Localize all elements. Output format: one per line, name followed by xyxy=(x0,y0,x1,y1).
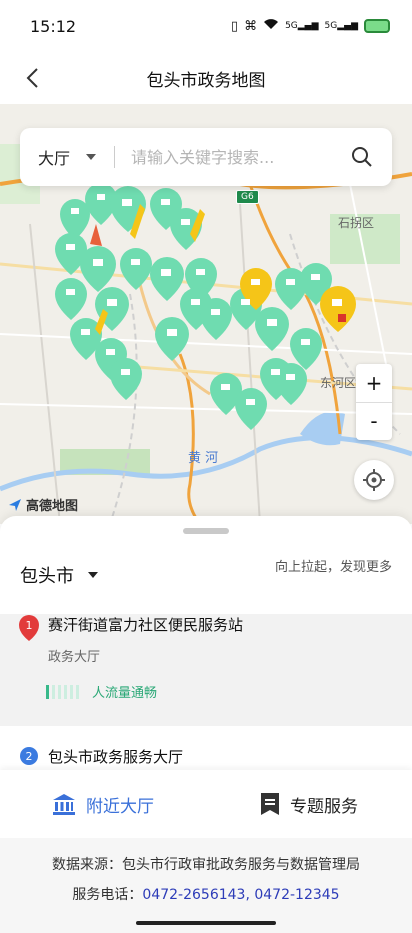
result-name: 包头市政务服务大厅 xyxy=(48,748,184,766)
back-button[interactable] xyxy=(14,60,50,96)
search-bar: 大厅 xyxy=(20,128,392,186)
map-label-shiguai: 石拐区 xyxy=(338,216,375,230)
hall-type-select[interactable]: 大厅 xyxy=(38,145,97,169)
crowd-bar xyxy=(46,684,49,699)
result-name: 赛汗街道富力社区便民服务站 xyxy=(48,616,244,634)
crowd-bar xyxy=(52,684,55,699)
map-view[interactable]: G6 石拐区 东河区 黄 河 大厅 + - 高德地图 xyxy=(0,104,412,524)
city-label: 包头市 xyxy=(20,566,74,587)
crowd-bar xyxy=(76,684,79,699)
crowd-indicator: 人流量通畅 xyxy=(46,682,157,701)
phone-label: 服务电话： xyxy=(72,887,143,903)
crosshair-icon xyxy=(363,469,385,491)
rank-number: 1 xyxy=(26,619,33,632)
amap-logo-text: 高德地图 xyxy=(26,499,79,514)
chevron-left-icon xyxy=(26,68,38,88)
data-source: 数据来源：包头市行政审批政务服务与数据管理局 xyxy=(52,857,360,873)
crowd-bar xyxy=(64,684,67,699)
city-select[interactable]: 包头市 xyxy=(20,562,98,588)
crowd-status: 人流量通畅 xyxy=(92,686,158,701)
search-button[interactable] xyxy=(348,143,376,171)
tab-label: 专题服务 xyxy=(290,796,358,817)
phone-numbers[interactable]: 0472-2656143, 0472-12345 xyxy=(142,887,339,903)
hall-type-label: 大厅 xyxy=(38,149,71,168)
status-time: 15:12 xyxy=(30,16,77,36)
signal-1-icon: 5G▂▄▆ xyxy=(285,21,319,31)
document-icon xyxy=(261,793,279,815)
footer: 数据来源：包头市行政审批政务服务与数据管理局 服务电话：0472-2656143… xyxy=(0,838,412,933)
crowd-bar xyxy=(70,684,73,699)
result-item[interactable]: 2 包头市政务服务大厅 xyxy=(0,744,412,772)
home-indicator xyxy=(136,921,276,925)
navigation-arrow-icon xyxy=(9,498,21,511)
rank-1-pin-icon: 1 xyxy=(19,615,39,641)
locate-button[interactable] xyxy=(354,460,394,500)
page-title: 包头市政务地图 xyxy=(146,70,266,91)
signal-2-icon: 5G▂▄▆ xyxy=(324,21,358,31)
zoom-control: + - xyxy=(356,364,392,440)
pull-up-hint: 向上拉起，发现更多 xyxy=(274,560,392,575)
map-label-donghe: 东河区 xyxy=(320,376,357,390)
vibrate-icon: ▯ xyxy=(230,18,239,34)
amap-logo: 高德地图 xyxy=(8,495,78,514)
service-phone: 服务电话：0472-2656143, 0472-12345 xyxy=(0,884,412,904)
zoom-in-button[interactable]: + xyxy=(356,364,392,402)
crowd-bar xyxy=(58,684,61,699)
search-input[interactable] xyxy=(131,147,348,167)
wifi-icon xyxy=(263,18,279,34)
status-icons: ▯ ⌘ 5G▂▄▆ 5G▂▄▆ xyxy=(231,18,390,34)
bottom-tab-bar: 附近大厅 专题服务 xyxy=(0,770,412,838)
map-label-river: 黄 河 xyxy=(188,451,219,466)
tab-label: 附近大厅 xyxy=(86,796,154,817)
result-type: 政务大厅 xyxy=(48,650,101,665)
search-icon xyxy=(352,147,372,167)
drag-handle[interactable] xyxy=(183,528,229,534)
caret-down-icon xyxy=(86,154,97,160)
road-shield-g6: G6 xyxy=(236,190,259,204)
zoom-out-button[interactable]: - xyxy=(356,403,392,441)
government-building-icon xyxy=(53,794,75,815)
caret-down-icon xyxy=(88,572,98,578)
status-bar: 15:12 ▯ ⌘ 5G▂▄▆ 5G▂▄▆ xyxy=(0,0,412,52)
nfc-icon: ⌘ xyxy=(244,18,258,34)
search-divider xyxy=(114,146,116,168)
battery-icon xyxy=(364,19,390,33)
result-item[interactable]: 1 赛汗街道富力社区便民服务站 政务大厅 人流量通畅 xyxy=(0,614,412,726)
tab-nearby-halls[interactable]: 附近大厅 xyxy=(0,770,206,838)
header: 包头市政务地图 xyxy=(0,52,412,104)
rank-2-badge-icon: 2 xyxy=(20,747,38,765)
tab-topic-services[interactable]: 专题服务 xyxy=(206,770,412,838)
